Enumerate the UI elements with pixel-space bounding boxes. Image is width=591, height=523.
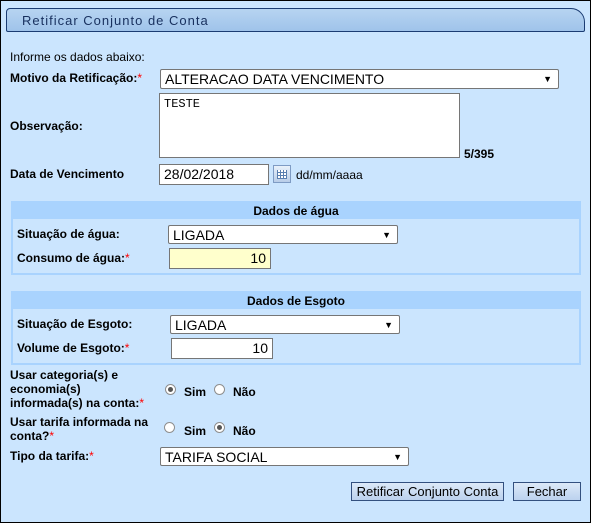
esgoto-situacao-label: Situação de Esgoto: — [17, 317, 133, 331]
window-title: Retificar Conjunto de Conta — [22, 13, 209, 28]
tipo-tarifa-label: Tipo da tarifa:* — [10, 449, 94, 463]
fechar-button[interactable]: Fechar — [513, 482, 581, 501]
chevron-down-icon: ▼ — [382, 230, 391, 240]
tarifa-sim-label: Sim — [184, 424, 207, 438]
agua-situacao-label: Situação de água: — [17, 227, 120, 241]
observacao-textarea[interactable]: TESTE — [159, 93, 460, 158]
volume-esgoto-input[interactable]: 10 — [171, 338, 273, 359]
motivo-select[interactable]: ALTERACAO DATA VENCIMENTO ▼ — [160, 69, 559, 89]
categoria-sim-label: Sim — [184, 385, 207, 399]
intro-text: Informe os dados abaixo: — [10, 50, 145, 64]
vencimento-input[interactable]: 28/02/2018 — [159, 164, 269, 185]
calendar-icon[interactable] — [273, 165, 291, 183]
volume-esgoto-label: Volume de Esgoto:* — [17, 341, 130, 355]
tipo-tarifa-value: TARIFA SOCIAL — [165, 449, 268, 465]
vencimento-value: 28/02/2018 — [164, 166, 235, 182]
categoria-nao-radio[interactable] — [214, 384, 225, 395]
observacao-label: Observação: — [10, 119, 83, 133]
observacao-value: TESTE — [164, 97, 201, 111]
vencimento-format-hint: dd/mm/aaaa — [296, 168, 363, 182]
chevron-down-icon: ▼ — [543, 74, 552, 84]
consumo-agua-value: 10 — [250, 250, 266, 266]
esgoto-situacao-value: LIGADA — [175, 317, 227, 333]
agua-section-title: Dados de água — [13, 203, 579, 219]
tarifa-nao-label: Não — [233, 424, 256, 438]
tarifa-nao-radio[interactable] — [214, 422, 225, 433]
vencimento-label: Data de Vencimento — [10, 167, 125, 181]
volume-esgoto-value: 10 — [252, 340, 268, 356]
categoria-sim-radio[interactable] — [165, 384, 176, 395]
tarifa-label: Usar tarifa informada na conta?* — [10, 415, 149, 443]
retificar-button[interactable]: Retificar Conjunto Conta — [351, 482, 504, 501]
tipo-tarifa-select[interactable]: TARIFA SOCIAL ▼ — [160, 447, 409, 466]
observacao-counter: 5/395 — [464, 147, 495, 161]
consumo-agua-label: Consumo de água:* — [17, 251, 130, 265]
tarifa-sim-radio[interactable] — [164, 422, 175, 433]
motivo-label: Motivo da Retificação:* — [10, 71, 143, 85]
esgoto-section-title: Dados de Esgoto — [13, 293, 579, 309]
agua-situacao-select[interactable]: LIGADA ▼ — [168, 225, 398, 244]
esgoto-situacao-select[interactable]: LIGADA ▼ — [170, 315, 400, 334]
categoria-nao-label: Não — [233, 385, 256, 399]
window-titlebar: Retificar Conjunto de Conta — [6, 8, 585, 32]
agua-situacao-value: LIGADA — [173, 227, 225, 243]
consumo-agua-input[interactable]: 10 — [169, 248, 271, 269]
chevron-down-icon: ▼ — [393, 452, 402, 462]
chevron-down-icon: ▼ — [384, 320, 393, 330]
categoria-label: Usar categoria(s) e economia(s) informad… — [10, 368, 145, 410]
motivo-select-value: ALTERACAO DATA VENCIMENTO — [165, 71, 385, 87]
